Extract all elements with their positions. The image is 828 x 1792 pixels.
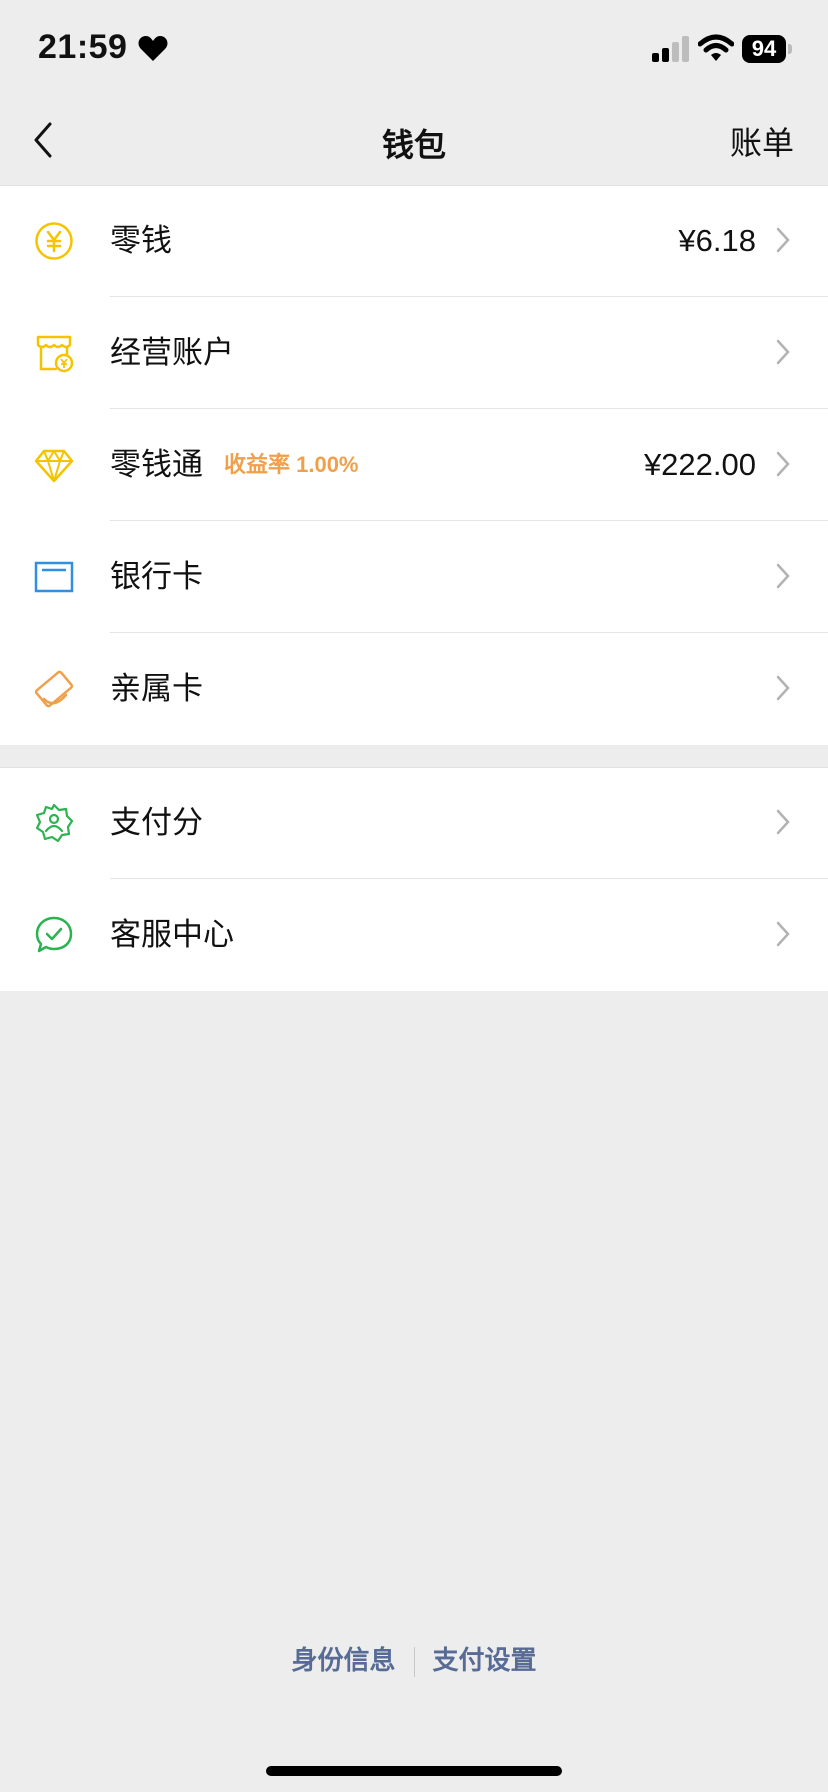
list-item-change[interactable]: 零钱 ¥6.18 (0, 185, 828, 297)
family-card-icon (34, 670, 74, 708)
status-bar: 21:59 94 (0, 0, 828, 94)
page-title: 钱包 (381, 127, 446, 163)
home-indicator[interactable] (266, 1766, 562, 1776)
bank-card-icon (34, 561, 74, 593)
chevron-right-icon (776, 339, 790, 365)
list-item-label: 零钱通 (110, 447, 203, 482)
signal-icon (652, 36, 689, 62)
service-list: 支付分 客服中心 (0, 767, 828, 991)
list-item-label: 亲属卡 (110, 671, 203, 706)
nav-bar: 钱包 账单 (0, 94, 828, 184)
chevron-right-icon (776, 921, 790, 947)
status-time: 21:59 (38, 28, 128, 66)
shop-account-icon (36, 335, 74, 373)
list-item-customer-service[interactable]: 客服中心 (0, 879, 828, 991)
list-item-value: ¥222.00 (643, 447, 756, 482)
list-item-label: 经营账户 (110, 335, 234, 370)
list-item-lingqiantong[interactable]: 零钱通 收益率 1.00% ¥222.00 (0, 409, 828, 521)
chevron-right-icon (776, 451, 790, 477)
diamond-icon (34, 449, 74, 483)
wifi-icon (698, 34, 734, 61)
battery-indicator: 94 (742, 35, 792, 63)
identity-info-link[interactable]: 身份信息 (273, 1645, 413, 1675)
list-item-family-card[interactable]: 亲属卡 (0, 633, 828, 745)
heart-icon (138, 36, 168, 61)
list-item-business-account[interactable]: 经营账户 (0, 297, 828, 409)
chevron-right-icon (776, 227, 790, 253)
list-item-pay-score[interactable]: 支付分 (0, 767, 828, 879)
wallet-list: 零钱 ¥6.18 经营账户 零钱通 收益率 1.00% ¥222.00 银行卡 (0, 185, 828, 745)
list-item-label: 零钱 (110, 223, 172, 258)
chevron-right-icon (776, 563, 790, 589)
list-item-bank-card[interactable]: 银行卡 (0, 521, 828, 633)
footer-links: 身份信息 支付设置 (0, 1640, 828, 1678)
pay-score-icon (35, 803, 74, 843)
battery-tip (788, 44, 792, 54)
bill-button[interactable]: 账单 (730, 118, 794, 164)
list-item-label: 支付分 (110, 805, 203, 840)
yield-rate-tag: 收益率 1.00% (224, 452, 359, 477)
coin-yuan-icon (35, 222, 73, 260)
list-item-value: ¥6.18 (678, 223, 756, 258)
chevron-right-icon (776, 675, 790, 701)
customer-service-icon (35, 916, 73, 953)
list-item-label: 银行卡 (110, 559, 203, 594)
chevron-right-icon (776, 809, 790, 835)
pay-settings-link[interactable]: 支付设置 (415, 1645, 555, 1675)
list-item-label: 客服中心 (110, 917, 234, 952)
battery-level: 94 (742, 35, 786, 63)
